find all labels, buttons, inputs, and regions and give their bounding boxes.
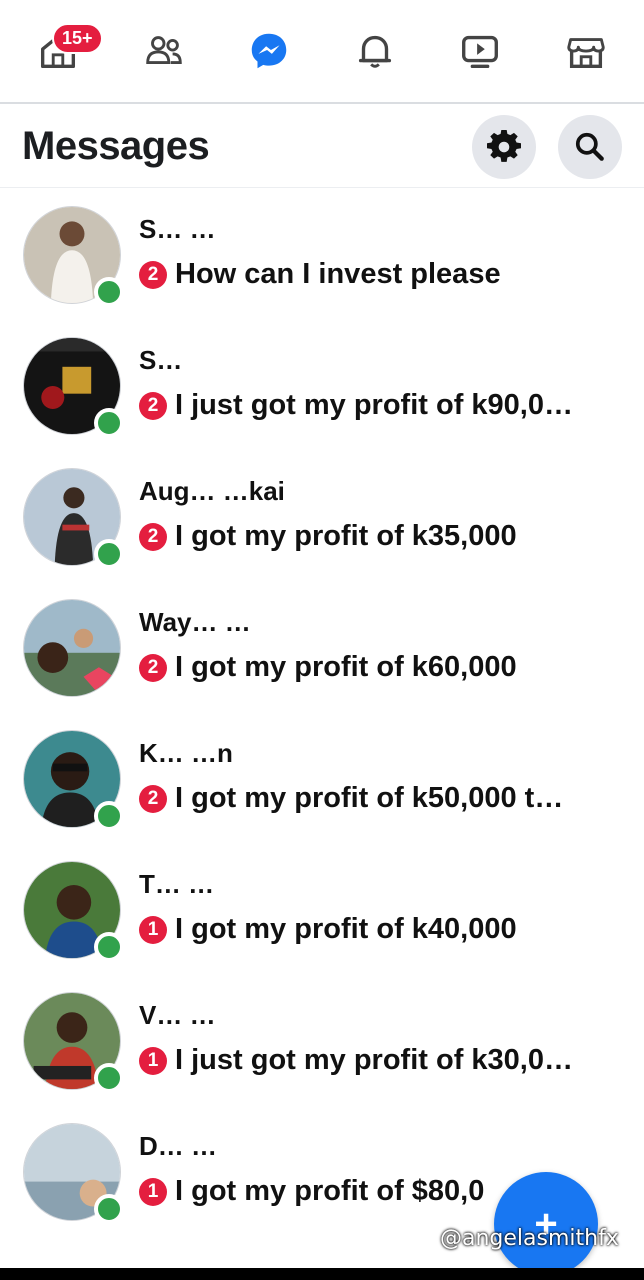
nav-messenger[interactable] (241, 23, 297, 79)
marketplace-icon (567, 38, 605, 69)
messages-header: Messages (0, 106, 644, 188)
unread-count: 2 (139, 784, 167, 813)
avatar (23, 206, 124, 307)
avatar (23, 337, 124, 438)
avatar (23, 468, 124, 569)
contact-name: Way… … (139, 607, 251, 637)
message-preview: I got my profit of k35,000 (175, 520, 517, 552)
new-message-button[interactable]: + (494, 1172, 598, 1276)
avatar (23, 1123, 124, 1224)
avatar (23, 730, 124, 831)
settings-button[interactable] (472, 114, 536, 179)
nav-home[interactable]: 15+ (30, 23, 103, 79)
search-icon (575, 132, 604, 161)
messenger-icon (251, 33, 287, 69)
nav-friends[interactable] (136, 23, 192, 79)
unread-count: 2 (139, 391, 167, 420)
message-preview: I got my profit of k40,000 (175, 913, 517, 945)
contact-name: V… … (139, 1000, 216, 1030)
nav-notifications[interactable] (347, 23, 403, 79)
watermark: @angelasmithfx (440, 1226, 619, 1251)
online-indicator (94, 801, 124, 831)
system-bar (0, 1268, 644, 1280)
profile-photo (24, 600, 120, 696)
conversation-row[interactable]: S… … 2 How can I invest please (0, 192, 644, 323)
avatar (23, 861, 124, 962)
online-indicator (94, 277, 124, 307)
unread-count: 1 (139, 1046, 167, 1075)
nav-marketplace[interactable] (558, 23, 614, 79)
online-indicator (94, 1063, 124, 1093)
message-preview: I got my profit of k50,000 t… (175, 782, 564, 814)
contact-name: Aug… …kai (139, 476, 285, 506)
nav-video[interactable] (452, 23, 508, 79)
contact-name: D… … (139, 1131, 217, 1161)
conversation-row[interactable]: Way… … 2 I got my profit of k60,000 (0, 585, 644, 716)
unread-count: 2 (139, 260, 167, 289)
conversation-row[interactable]: Aug… …kai 2 I got my profit of k35,000 (0, 454, 644, 585)
notification-badge: 15+ (52, 23, 103, 54)
unread-count: 2 (139, 522, 167, 551)
contact-name: T… … (139, 869, 215, 899)
unread-count: 1 (139, 915, 167, 944)
contact-name: S… … (139, 214, 216, 244)
video-icon (462, 35, 499, 69)
online-indicator (94, 1194, 124, 1224)
page-title: Messages (22, 124, 210, 168)
unread-count: 2 (139, 653, 167, 682)
conversation-row[interactable]: T… … 1 I got my profit of k40,000 (0, 847, 644, 978)
conversation-list: S… … 2 How can I invest please S… 2 I just… (0, 192, 644, 1240)
contact-name: S… (139, 345, 183, 375)
conversation-row[interactable]: S… 2 I just got my profit of k90,0… (0, 323, 644, 454)
message-preview: I just got my profit of k30,0… (175, 1044, 573, 1076)
conversation-row[interactable]: K… …n 2 I got my profit of k50,000 t… (0, 716, 644, 847)
message-preview: I got my profit of $80,0 (175, 1175, 485, 1207)
top-navigation: 15+ (0, 0, 644, 104)
message-preview: I just got my profit of k90,0… (175, 389, 573, 421)
bell-icon (358, 35, 391, 68)
conversation-row[interactable]: V… … 1 I just got my profit of k30,0… (0, 978, 644, 1109)
search-button[interactable] (558, 114, 622, 179)
contact-name: K… …n (139, 738, 233, 768)
friends-icon (145, 36, 182, 64)
unread-count: 1 (139, 1177, 167, 1206)
message-preview: I got my profit of k60,000 (175, 651, 517, 683)
gear-icon (487, 129, 521, 162)
online-indicator (94, 539, 124, 569)
online-indicator (94, 408, 124, 438)
message-preview: How can I invest please (175, 258, 501, 290)
avatar (23, 992, 124, 1093)
avatar (23, 599, 121, 697)
online-indicator (94, 932, 124, 962)
